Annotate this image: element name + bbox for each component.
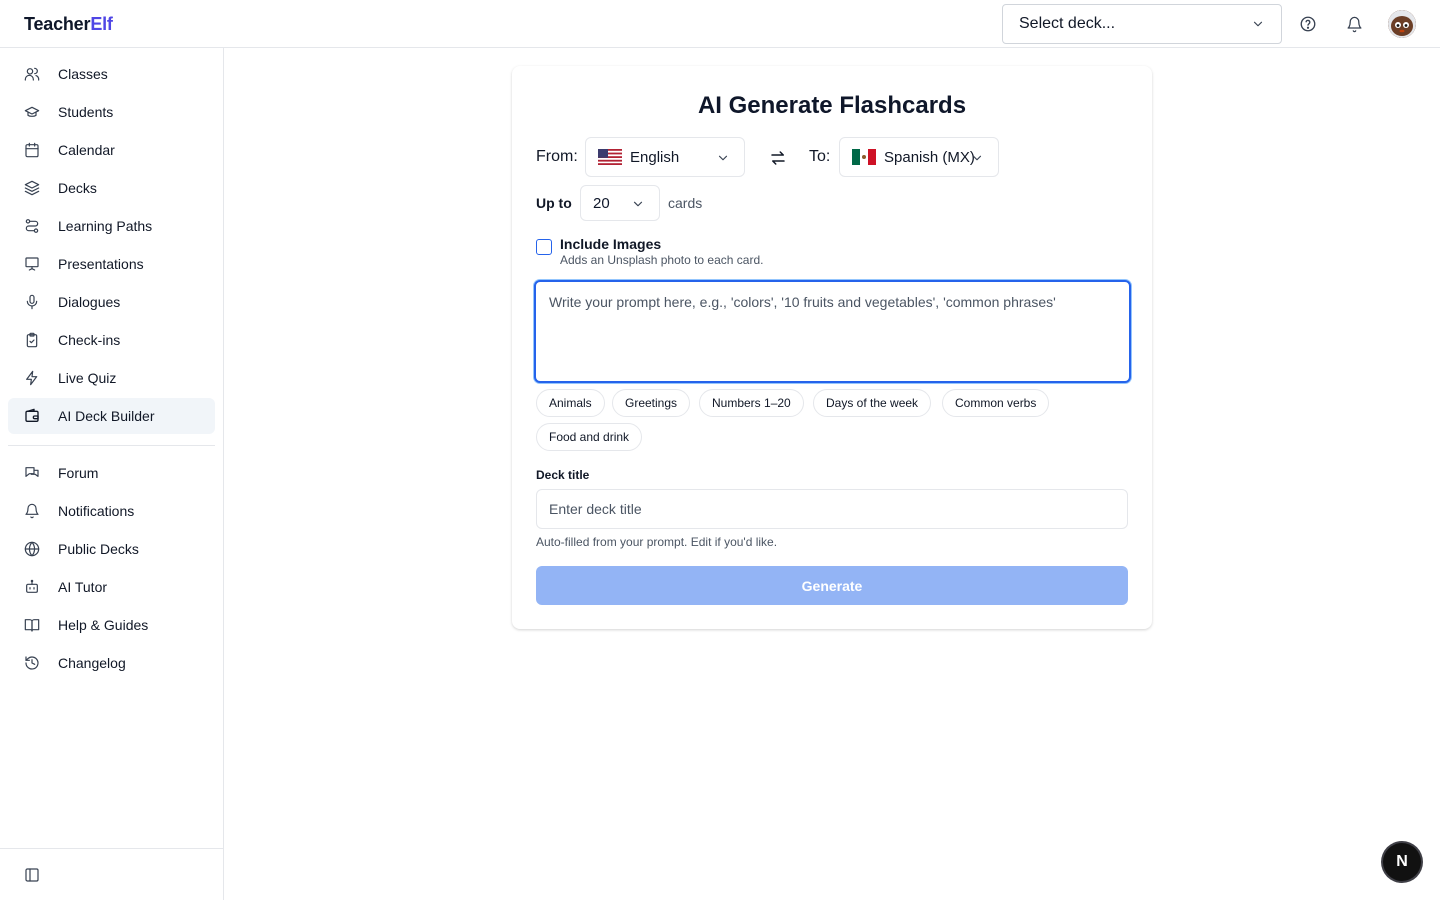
users-icon <box>24 66 40 82</box>
sidebar-item-label: Learning Paths <box>58 218 153 234</box>
chevron-down-icon <box>718 155 728 161</box>
book-open-icon <box>24 617 40 633</box>
up-to-label: Up to <box>536 195 572 211</box>
deck-title-input[interactable] <box>536 489 1128 529</box>
logo-text-teacher: Teacher <box>24 14 91 34</box>
sidebar-item-label: AI Deck Builder <box>58 408 155 424</box>
sidebar-divider <box>8 445 215 446</box>
suggestion-chip-numbers[interactable]: Numbers 1–20 <box>699 389 804 417</box>
sidebar-item-label: Live Quiz <box>58 370 117 386</box>
bot-icon <box>24 579 40 595</box>
deck-select-label: Select deck... <box>1019 15 1116 32</box>
history-icon <box>24 655 40 671</box>
include-images-label: Include Images <box>560 236 662 252</box>
globe-icon <box>24 541 40 557</box>
sidebar-item-label: Classes <box>58 66 108 82</box>
suggestion-chip-days-of-week[interactable]: Days of the week <box>813 389 932 417</box>
sidebar-item-ai-tutor[interactable]: AI Tutor <box>8 569 215 605</box>
to-language-value: Spanish (MX) <box>884 148 975 166</box>
sidebar-item-label: Decks <box>58 180 97 196</box>
card-count-value: 20 <box>593 194 610 212</box>
zap-icon <box>24 370 40 386</box>
prompt-textarea[interactable] <box>534 280 1131 383</box>
sidebar-item-changelog[interactable]: Changelog <box>8 645 215 681</box>
chevron-down-icon <box>1253 21 1263 27</box>
sidebar-item-label: Help & Guides <box>58 617 149 633</box>
sidebar-item-calendar[interactable]: Calendar <box>8 132 215 168</box>
calendar-icon <box>24 142 40 158</box>
avatar[interactable] <box>1388 10 1416 38</box>
sidebar-item-live-quiz[interactable]: Live Quiz <box>8 360 215 396</box>
cards-label: cards <box>668 195 703 211</box>
sidebar-item-label: Calendar <box>58 142 115 158</box>
clipboard-check-icon <box>24 332 40 348</box>
sidebar-item-learning-paths[interactable]: Learning Paths <box>8 208 215 244</box>
to-language-select[interactable]: Spanish (MX) <box>839 137 999 177</box>
from-language-select[interactable]: English <box>585 137 745 177</box>
sidebar-item-public-decks[interactable]: Public Decks <box>8 531 215 567</box>
to-label: To: <box>809 148 831 165</box>
sidebar-footer-divider <box>0 848 223 849</box>
chevron-down-icon <box>972 155 982 161</box>
suggestion-chip-animals[interactable]: Animals <box>536 389 605 417</box>
sidebar-item-label: Changelog <box>58 655 126 671</box>
sidebar-item-dialogues[interactable]: Dialogues <box>8 284 215 320</box>
graduation-cap-icon <box>24 104 40 120</box>
deck-select[interactable]: Select deck... <box>1002 4 1282 44</box>
sidebar-item-decks[interactable]: Decks <box>8 170 215 206</box>
bell-icon[interactable] <box>1344 14 1364 34</box>
us-flag-icon <box>598 149 622 165</box>
presentation-icon <box>24 256 40 272</box>
deck-title-hint: Auto-filled from your prompt. Edit if yo… <box>536 535 778 549</box>
sidebar-item-label: Notifications <box>58 503 135 519</box>
logo-text-elf: Elf <box>90 14 113 34</box>
layers-icon <box>24 180 40 196</box>
sidebar-item-help-guides[interactable]: Help & Guides <box>8 607 215 643</box>
include-images-checkbox[interactable] <box>536 239 552 255</box>
top-bar: TeacherElf Select deck... <box>0 0 1440 48</box>
microphone-icon <box>24 294 40 310</box>
chevron-down-icon <box>633 201 643 207</box>
suggestion-chip-common-verbs[interactable]: Common verbs <box>942 389 1050 417</box>
generate-button[interactable]: Generate <box>536 566 1128 605</box>
sidebar-item-ai-deck-builder[interactable]: AI Deck Builder <box>8 398 215 434</box>
app-logo[interactable]: TeacherElf <box>24 14 113 35</box>
sidebar-item-classes[interactable]: Classes <box>8 56 215 92</box>
mexico-flag-icon <box>852 149 876 165</box>
sidebar: Classes Students Calendar Decks Learning… <box>0 48 224 900</box>
help-icon[interactable] <box>1298 14 1318 34</box>
sidebar-item-forum[interactable]: Forum <box>8 455 215 491</box>
from-label: From: <box>536 148 578 165</box>
sidebar-item-check-ins[interactable]: Check-ins <box>8 322 215 358</box>
route-icon <box>24 218 40 234</box>
sidebar-item-label: Dialogues <box>58 294 121 310</box>
sidebar-item-label: Presentations <box>58 256 144 272</box>
card-count-select[interactable]: 20 <box>580 185 660 221</box>
sidebar-item-presentations[interactable]: Presentations <box>8 246 215 282</box>
suggestion-chip-greetings[interactable]: Greetings <box>612 389 691 417</box>
sidebar-item-label: Public Decks <box>58 541 139 557</box>
sidebar-item-students[interactable]: Students <box>8 94 215 130</box>
sidebar-item-notifications[interactable]: Notifications <box>8 493 215 529</box>
bell-icon <box>24 503 40 519</box>
swap-languages-icon[interactable] <box>769 149 787 167</box>
next-dev-tools-button[interactable]: N <box>1383 843 1421 881</box>
messages-icon <box>24 465 40 481</box>
sidebar-item-label: Students <box>58 104 114 120</box>
sidebar-item-label: Check-ins <box>58 332 121 348</box>
wallet-icon <box>24 408 40 424</box>
page-title: AI Generate Flashcards <box>697 92 967 119</box>
deck-title-label: Deck title <box>536 468 590 482</box>
sidebar-item-label: AI Tutor <box>58 579 108 595</box>
from-language-value: English <box>630 148 680 166</box>
sidebar-item-label: Forum <box>58 465 99 481</box>
flashcard-generator-card: AI Generate Flashcards From: English To:… <box>512 66 1152 629</box>
suggestion-chip-food-and-drink[interactable]: Food and drink <box>536 423 643 451</box>
sidebar-toggle-icon[interactable] <box>24 867 40 883</box>
include-images-hint: Adds an Unsplash photo to each card. <box>560 253 764 267</box>
